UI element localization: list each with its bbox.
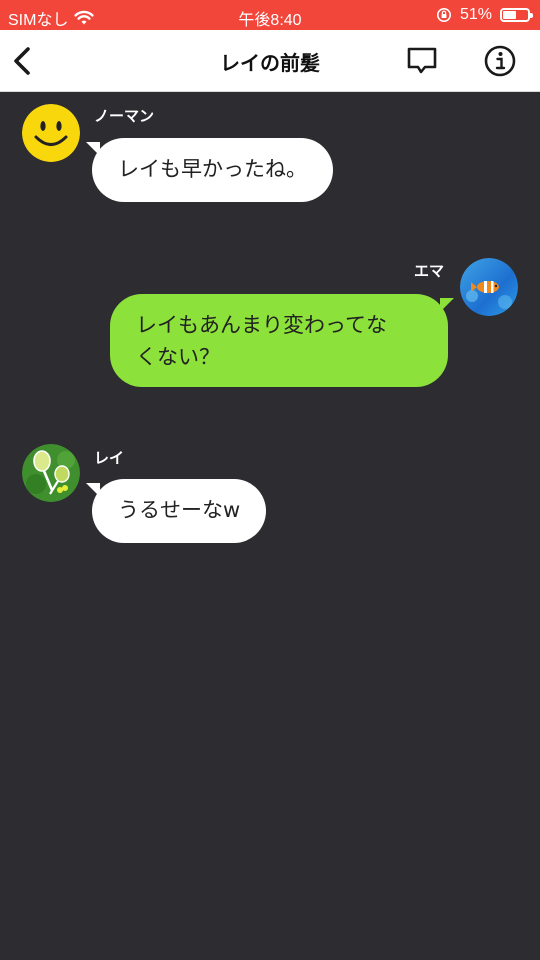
message-bubble[interactable]: レイもあんまり変わってな くない？ xyxy=(110,294,454,387)
speech-bubble-icon xyxy=(407,47,437,74)
chat-button[interactable] xyxy=(404,43,440,79)
message-text-line: くない？ xyxy=(136,345,220,369)
battery-icon xyxy=(500,8,533,22)
status-bar: SIMなし 午後8:40 51% xyxy=(0,0,540,30)
clownfish-photo-icon xyxy=(460,258,518,316)
avatar-emma[interactable] xyxy=(460,258,518,316)
sender-name-norman: ノーマン xyxy=(94,107,155,125)
avatar-ray[interactable] xyxy=(22,444,80,502)
avatar-norman[interactable] xyxy=(22,104,80,162)
sender-name-emma: エマ xyxy=(414,262,445,280)
chat-area[interactable]: ノーマン レイも早かったね。 エマ レイもあんまり変わってな くない？ レイ う… xyxy=(0,92,540,960)
page-title: レイの前髪 xyxy=(220,51,320,75)
bubble-tail xyxy=(440,298,454,312)
bubble-tail xyxy=(86,142,100,156)
info-button[interactable] xyxy=(482,43,518,79)
message-bubble[interactable]: うるせーなw xyxy=(86,479,267,543)
navigation-bar: レイの前髪 xyxy=(0,30,540,92)
message-text-line: レイもあんまり変わってな xyxy=(136,313,387,337)
chevron-left-icon xyxy=(14,47,30,75)
info-icon xyxy=(484,45,516,77)
bubble-tail xyxy=(86,483,100,497)
battery-percent: 51% xyxy=(459,6,492,23)
message-bubble[interactable]: レイも早かったね。 xyxy=(86,138,333,202)
smiley-face-icon xyxy=(22,104,80,162)
back-button[interactable] xyxy=(6,43,42,79)
sender-name-ray: レイ xyxy=(94,449,125,467)
message-text: うるせーなw xyxy=(118,498,241,522)
message-text: レイも早かったね。 xyxy=(118,157,307,181)
rotation-lock-icon xyxy=(436,8,451,22)
tennis-rackets-photo-icon xyxy=(22,444,80,502)
